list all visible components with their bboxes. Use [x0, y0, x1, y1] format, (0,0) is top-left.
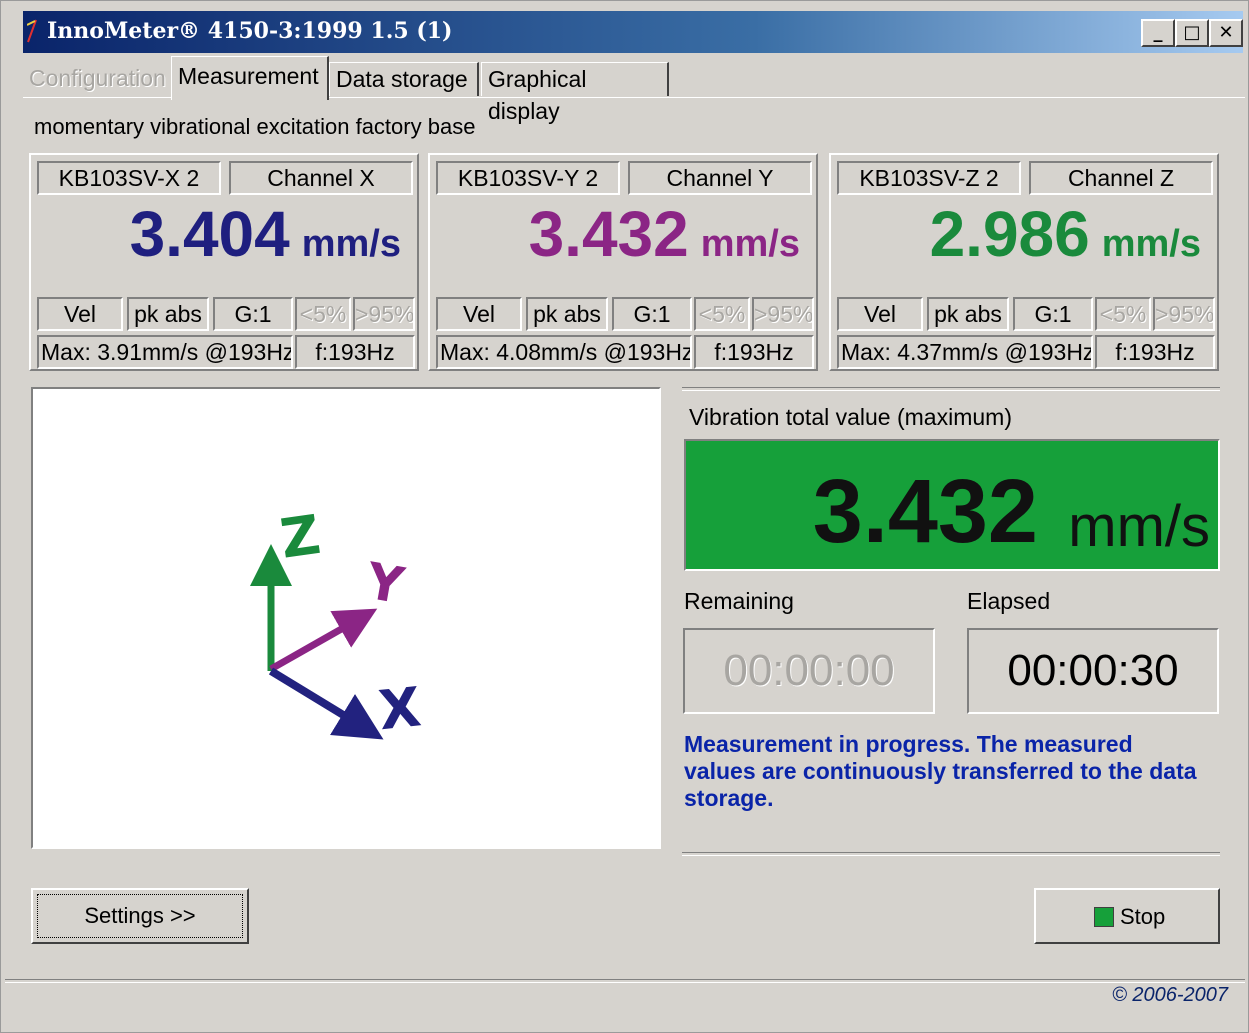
axes-orientation-graphic: Z Y X: [250, 503, 424, 742]
copyright-text: © 2006-2007: [1112, 984, 1228, 1006]
gain-indicator: G:1: [612, 297, 692, 331]
settings-button-label: Settings >>: [84, 903, 196, 928]
channel-panel-x: KB103SV-X 2 Channel X 3.404 mm/s Vel pk a…: [29, 153, 419, 371]
title-bar[interactable]: InnoMeter® 4150-3:1999 1.5 (1) _ □ ✕: [23, 11, 1243, 53]
low-range-indicator: <5%: [1095, 297, 1151, 331]
type-indicator: pk abs: [927, 297, 1009, 331]
channel-value-number: 2.986: [929, 198, 1090, 270]
channel-value: 3.432 mm/s: [430, 197, 800, 271]
tab-configuration[interactable]: Configuration: [23, 62, 166, 96]
x-axis-arrow: [268, 667, 384, 740]
max-value: Max: 4.08mm/s @193Hz: [436, 335, 692, 369]
frequency-value: f:193Hz: [694, 335, 814, 369]
channel-value-unit: mm/s: [700, 223, 800, 265]
gain-indicator: G:1: [213, 297, 293, 331]
tab-label: Configuration: [29, 65, 166, 91]
group-divider-top: [682, 387, 1220, 391]
stop-button-label: Stop: [1120, 904, 1166, 929]
sensor-name: KB103SV-Z 2: [837, 161, 1021, 195]
mode-indicator: Vel: [37, 297, 123, 331]
channel-value-number: 3.404: [129, 198, 290, 270]
x-axis-label: X: [376, 675, 424, 742]
main-window: InnoMeter® 4150-3:1999 1.5 (1) _ □ ✕ Con…: [0, 0, 1249, 1033]
channel-name: Channel Z: [1029, 161, 1213, 195]
tab-label: Measurement: [178, 63, 319, 89]
channel-name: Channel Y: [628, 161, 812, 195]
remaining-label: Remaining: [684, 588, 794, 614]
high-range-indicator: >95%: [1153, 297, 1215, 331]
stop-icon: [1094, 907, 1114, 927]
total-value-label: Vibration total value (maximum): [689, 404, 1012, 430]
channel-name: Channel X: [229, 161, 413, 195]
minimize-icon: _: [1153, 22, 1163, 43]
sensor-name: KB103SV-X 2: [37, 161, 221, 195]
y-axis-label: Y: [361, 552, 408, 616]
sensor-name: KB103SV-Y 2: [436, 161, 620, 195]
z-axis-label: Z: [276, 503, 324, 571]
tab-measurement[interactable]: Measurement: [171, 56, 329, 100]
low-range-indicator: <5%: [295, 297, 351, 331]
axes-orientation-view: Z Y X: [31, 387, 661, 849]
measurement-description: momentary vibrational excitation factory…: [34, 114, 476, 139]
close-icon: ✕: [1218, 22, 1234, 43]
channel-value-number: 3.432: [528, 198, 689, 270]
settings-button[interactable]: Settings >>: [31, 888, 249, 944]
mode-indicator: Vel: [436, 297, 522, 331]
channel-value: 3.404 mm/s: [31, 197, 401, 271]
channel-value-unit: mm/s: [301, 223, 401, 265]
stop-button[interactable]: Stop: [1034, 888, 1220, 944]
gain-indicator: G:1: [1013, 297, 1093, 331]
status-bar-divider: [5, 979, 1245, 983]
max-value: Max: 3.91mm/s @193Hz: [37, 335, 293, 369]
tab-label: Data storage: [336, 66, 468, 92]
frequency-value: f:193Hz: [1095, 335, 1215, 369]
channel-value-unit: mm/s: [1101, 223, 1201, 265]
maximize-icon: □: [1183, 22, 1201, 43]
total-value-number: 3.432: [812, 462, 1038, 562]
channel-panel-y: KB103SV-Y 2 Channel Y 3.432 mm/s Vel pk a…: [428, 153, 818, 371]
tab-graphical-display[interactable]: Graphical display: [481, 62, 669, 124]
type-indicator: pk abs: [526, 297, 608, 331]
window-title: InnoMeter® 4150-3:1999 1.5 (1): [47, 18, 453, 44]
channel-panel-z: KB103SV-Z 2 Channel Z 2.986 mm/s Vel pk a…: [829, 153, 1219, 371]
high-range-indicator: >95%: [353, 297, 415, 331]
channel-value: 2.986 mm/s: [831, 197, 1201, 271]
tab-label: Graphical display: [488, 66, 587, 124]
mode-indicator: Vel: [837, 297, 923, 331]
minimize-button[interactable]: _: [1141, 19, 1175, 47]
elapsed-time-display: 00:00:30: [967, 628, 1219, 714]
elapsed-label: Elapsed: [967, 588, 1051, 614]
app-icon: [27, 19, 37, 43]
status-message: Measurement in progress. The measured va…: [684, 731, 1197, 811]
tab-data-storage[interactable]: Data storage: [329, 62, 479, 96]
remaining-time-display: 00:00:00: [683, 628, 935, 714]
type-indicator: pk abs: [127, 297, 209, 331]
maximize-button[interactable]: □: [1175, 19, 1209, 47]
frequency-value: f:193Hz: [295, 335, 415, 369]
y-axis-arrow: [269, 608, 378, 673]
high-range-indicator: >95%: [752, 297, 814, 331]
group-divider-bottom: [682, 852, 1220, 856]
low-range-indicator: <5%: [694, 297, 750, 331]
max-value: Max: 4.37mm/s @193Hz: [837, 335, 1093, 369]
total-value-display: 3.432 mm/s: [684, 439, 1220, 571]
total-value-unit: mm/s: [1068, 494, 1210, 559]
close-button[interactable]: ✕: [1209, 19, 1243, 47]
